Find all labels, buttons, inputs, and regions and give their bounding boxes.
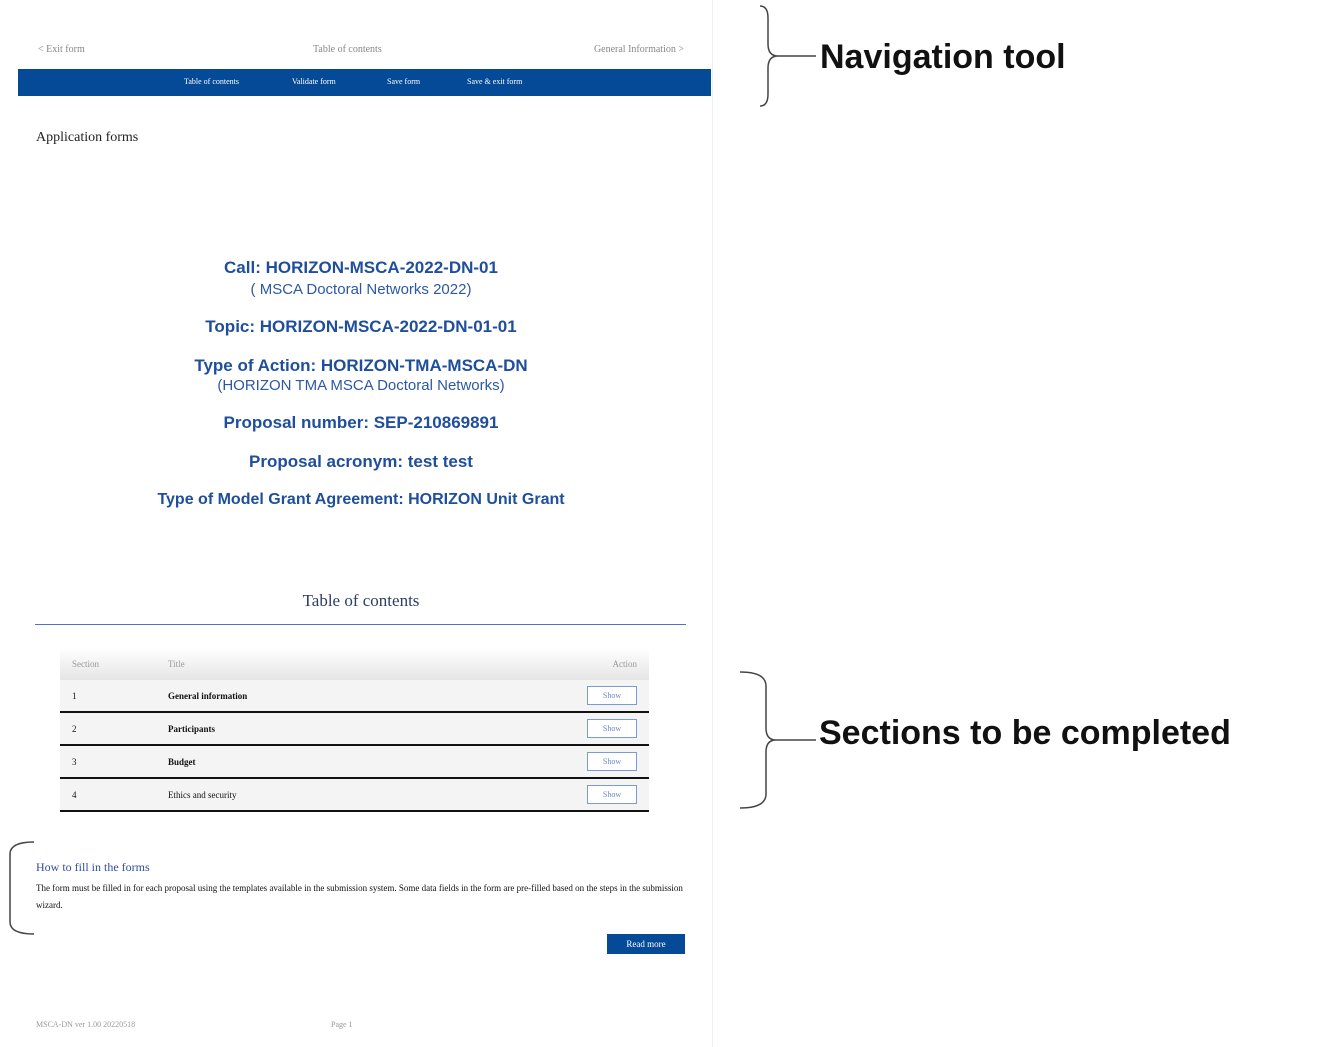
- sections-annotation: Sections to be completed: [819, 714, 1231, 752]
- show-general-information-button[interactable]: Show: [587, 686, 637, 705]
- toc-table: Section Title Action 1 General informati…: [60, 648, 649, 812]
- toolbar-save-exit-form[interactable]: Save & exit form: [467, 77, 522, 86]
- form-toolbar: Table of contents Validate form Save for…: [18, 69, 711, 96]
- toolbar-table-of-contents[interactable]: Table of contents: [184, 77, 239, 86]
- call-subtitle: ( MSCA Doctoral Networks 2022): [250, 281, 472, 298]
- show-participants-button[interactable]: Show: [587, 719, 637, 738]
- row-section: 3: [60, 744, 156, 778]
- table-row: 1 General information Show: [60, 680, 649, 712]
- row-section: 2: [60, 711, 156, 745]
- row-title: Participants: [156, 711, 444, 745]
- toc-header-row: Section Title Action: [60, 648, 649, 680]
- toolbar-save-form[interactable]: Save form: [387, 77, 420, 86]
- toolbar-validate-form[interactable]: Validate form: [292, 77, 336, 86]
- show-budget-button[interactable]: Show: [587, 752, 637, 771]
- table-row: 4 Ethics and security Show: [60, 777, 649, 812]
- topic-line: Topic: HORIZON-MSCA-2022-DN-01-01: [205, 317, 517, 336]
- current-page-label: Table of contents: [313, 44, 382, 55]
- navigation-tool-annotation: Navigation tool: [820, 38, 1066, 76]
- form-page: < Exit form Table of contents General In…: [0, 0, 713, 1047]
- navigation-brace-icon: [759, 5, 816, 107]
- left-bracket-icon: [9, 841, 35, 935]
- row-section: 4: [60, 777, 156, 812]
- action-type-line: Type of Action: HORIZON-TMA-MSCA-DN: [194, 356, 528, 375]
- table-row: 2 Participants Show: [60, 711, 649, 745]
- col-section: Section: [60, 648, 156, 680]
- call-info-block: Call: HORIZON-MSCA-2022-DN-01 ( MSCA Doc…: [0, 258, 722, 509]
- action-type-subtitle: (HORIZON TMA MSCA Doctoral Networks): [217, 377, 505, 394]
- row-title: Ethics and security: [156, 777, 444, 812]
- application-forms-heading: Application forms: [36, 130, 139, 145]
- row-title: Budget: [156, 744, 444, 778]
- show-ethics-security-button[interactable]: Show: [587, 785, 637, 804]
- exit-form-link[interactable]: < Exit form: [38, 44, 85, 55]
- table-row: 3 Budget Show: [60, 744, 649, 778]
- page-number: Page 1: [331, 1020, 353, 1029]
- howto-title: How to fill in the forms: [36, 860, 150, 874]
- toc-divider: [35, 624, 686, 625]
- form-version: MSCA-DN ver 1.00 20220518: [36, 1020, 136, 1029]
- row-section: 1: [72, 690, 77, 701]
- top-navigation: < Exit form Table of contents General In…: [0, 44, 712, 58]
- col-action: Action: [443, 648, 649, 680]
- read-more-button[interactable]: Read more: [607, 934, 685, 954]
- proposal-number: Proposal number: SEP-210869891: [223, 413, 499, 432]
- call-line: Call: HORIZON-MSCA-2022-DN-01: [224, 258, 498, 277]
- howto-text: The form must be filled in for each prop…: [36, 883, 683, 910]
- proposal-acronym: Proposal acronym: test test: [249, 452, 473, 471]
- next-section-link[interactable]: General Information >: [594, 44, 684, 55]
- mga-type: Type of Model Grant Agreement: HORIZON U…: [157, 491, 565, 508]
- row-title: General information: [168, 690, 248, 701]
- sections-brace-icon: [739, 671, 816, 809]
- col-title: Title: [156, 648, 444, 680]
- toc-title: Table of contents: [302, 591, 420, 610]
